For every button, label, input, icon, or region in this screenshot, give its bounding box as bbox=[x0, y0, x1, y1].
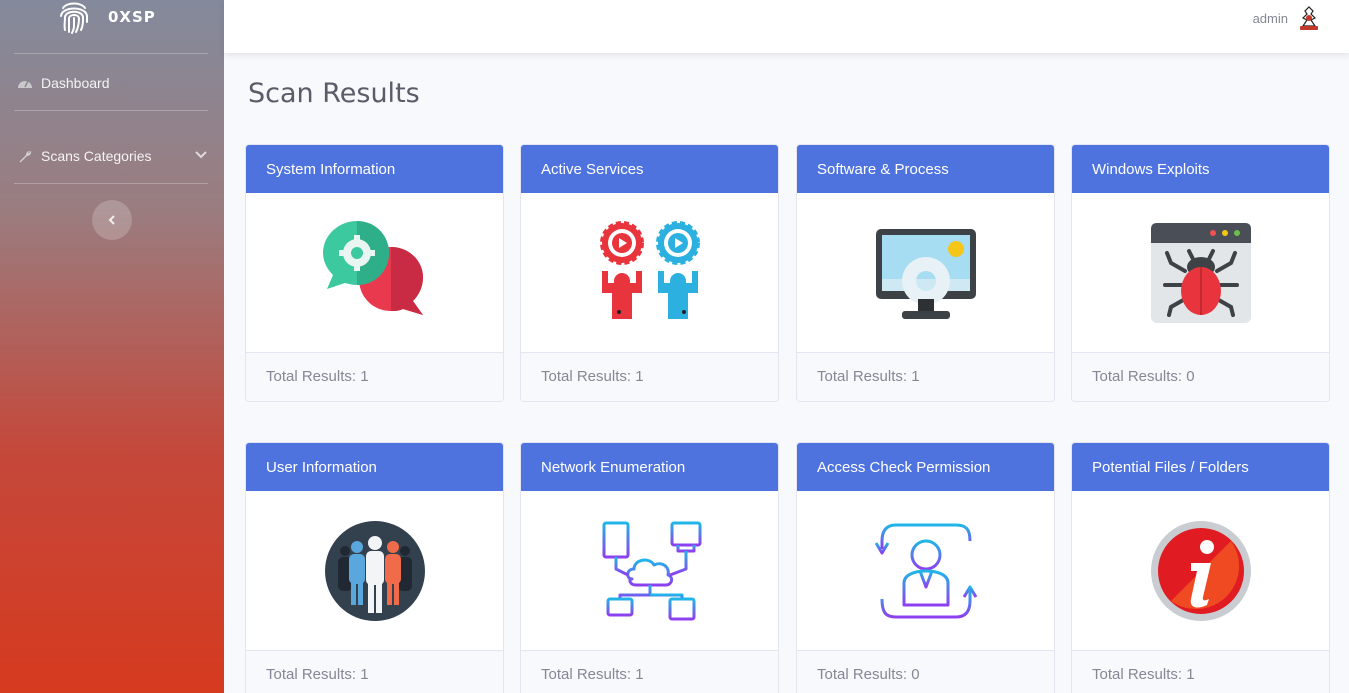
gauge-icon bbox=[16, 75, 34, 91]
total-label: Total Results: bbox=[541, 368, 636, 385]
total-label: Total Results: bbox=[1092, 666, 1187, 683]
sidebar-item-scans-categories[interactable]: Scans Categories bbox=[16, 144, 152, 168]
sidebar-item-label: Scans Categories bbox=[41, 148, 152, 164]
card-footer: Total Results: 1 bbox=[1072, 651, 1329, 693]
card-footer: Total Results: 1 bbox=[521, 651, 778, 693]
card-body bbox=[521, 193, 778, 353]
card-title: System Information bbox=[246, 145, 503, 193]
total-label: Total Results: bbox=[817, 368, 912, 385]
total-label: Total Results: bbox=[1092, 368, 1187, 385]
card-footer: Total Results: 0 bbox=[1072, 353, 1329, 401]
card-body bbox=[246, 491, 503, 651]
users-group-icon bbox=[324, 520, 425, 621]
network-cloud-icon bbox=[602, 521, 701, 620]
total-count: 1 bbox=[635, 666, 644, 683]
people-gears-icon bbox=[599, 220, 700, 319]
info-icon bbox=[1150, 520, 1251, 621]
sidebar-item-dashboard[interactable]: Dashboard bbox=[16, 71, 110, 95]
card-body bbox=[1072, 193, 1329, 353]
card-title: Active Services bbox=[521, 145, 778, 193]
sidebar-item-label: Dashboard bbox=[41, 75, 110, 91]
total-count: 1 bbox=[635, 368, 644, 385]
chevron-down-icon[interactable] bbox=[194, 148, 208, 162]
chat-gear-icon bbox=[322, 220, 423, 315]
card-system-information[interactable]: System Information Total Results: 1 bbox=[245, 144, 504, 402]
card-footer: Total Results: 1 bbox=[246, 651, 503, 693]
user-name[interactable]: admin bbox=[1253, 11, 1288, 26]
avatar[interactable] bbox=[1297, 6, 1321, 32]
card-body bbox=[797, 491, 1054, 651]
sidebar-divider bbox=[14, 183, 208, 184]
total-count: 1 bbox=[911, 368, 920, 385]
card-network-enumeration[interactable]: Network Enumeration Total Results: 1 bbox=[520, 442, 779, 693]
total-label: Total Results: bbox=[817, 666, 912, 683]
total-count: 0 bbox=[911, 666, 920, 683]
bug-window-icon bbox=[1150, 222, 1251, 323]
total-count: 1 bbox=[1186, 666, 1195, 683]
card-title: Network Enumeration bbox=[521, 443, 778, 491]
total-label: Total Results: bbox=[541, 666, 636, 683]
card-access-check-permission[interactable]: Access Check Permission Total Results: 0 bbox=[796, 442, 1055, 693]
card-body bbox=[1072, 491, 1329, 651]
brand[interactable]: 0XSP bbox=[0, 0, 224, 38]
fingerprint-icon bbox=[60, 2, 88, 34]
wrench-icon bbox=[16, 148, 34, 164]
sidebar: 0XSP Dashboard Scans Categories bbox=[0, 0, 224, 693]
user-arrows-icon bbox=[874, 523, 977, 618]
chevron-left-icon bbox=[108, 215, 115, 225]
card-body bbox=[797, 193, 1054, 353]
card-potential-files-folders[interactable]: Potential Files / Folders Total Results:… bbox=[1071, 442, 1330, 693]
card-title: Software & Process bbox=[797, 145, 1054, 193]
total-count: 0 bbox=[1186, 368, 1195, 385]
card-title: Windows Exploits bbox=[1072, 145, 1329, 193]
total-count: 1 bbox=[360, 368, 369, 385]
card-footer: Total Results: 1 bbox=[246, 353, 503, 401]
card-footer: Total Results: 1 bbox=[521, 353, 778, 401]
card-body bbox=[246, 193, 503, 353]
card-title: User Information bbox=[246, 443, 503, 491]
card-body bbox=[521, 491, 778, 651]
card-footer: Total Results: 1 bbox=[797, 353, 1054, 401]
total-count: 1 bbox=[360, 666, 369, 683]
card-title: Access Check Permission bbox=[797, 443, 1054, 491]
card-software-process[interactable]: Software & Process Total Results: 1 bbox=[796, 144, 1055, 402]
card-user-information[interactable]: User Information Total Results: 1 bbox=[245, 442, 504, 693]
card-title: Potential Files / Folders bbox=[1072, 443, 1329, 491]
card-windows-exploits[interactable]: Windows Exploits Total Results: 0 bbox=[1071, 144, 1330, 402]
topbar: admin bbox=[224, 0, 1349, 53]
total-label: Total Results: bbox=[266, 368, 361, 385]
brand-name: 0XSP bbox=[108, 8, 156, 26]
sidebar-divider bbox=[14, 53, 208, 54]
sidebar-divider bbox=[14, 110, 208, 111]
total-label: Total Results: bbox=[266, 666, 361, 683]
card-footer: Total Results: 0 bbox=[797, 651, 1054, 693]
card-active-services[interactable]: Active Services Total Results: 1 bbox=[520, 144, 779, 402]
sidebar-toggle-button[interactable] bbox=[92, 200, 132, 240]
page-title: Scan Results bbox=[248, 78, 420, 109]
monitor-gear-icon bbox=[875, 228, 976, 319]
